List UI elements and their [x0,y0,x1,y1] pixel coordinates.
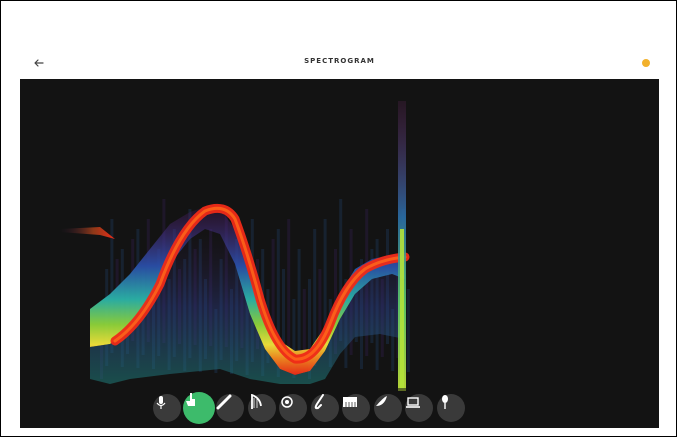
tool-button-bird[interactable] [373,394,402,422]
spectrogram-ridge [302,289,306,352]
saxophone-icon [314,394,324,410]
page-title: SPECTROGRAM [304,57,375,65]
instrument-toolbar [20,388,659,428]
tool-button-laptop[interactable] [405,394,433,422]
tool-button-drum[interactable] [279,394,307,422]
tool-button-harp[interactable] [247,394,276,422]
spectrogram-spike-core [400,229,404,389]
spectrogram-ridge [297,249,301,365]
spectrogram-ridge [287,219,291,351]
microphone-icon [156,396,166,409]
voice-mic-icon [441,395,448,409]
laptop-icon [406,397,420,408]
tool-button-saxophone[interactable] [310,394,339,422]
tool-button-voice-mic[interactable] [436,394,465,422]
flute-icon [216,394,232,410]
tool-button-keyboard[interactable] [342,394,370,422]
harp-icon [250,394,262,409]
spectrogram-visualization [60,101,410,391]
status-indicator[interactable] [642,59,650,67]
app-frame: SPECTROGRAM [0,0,677,437]
header-bar: SPECTROGRAM [20,48,659,79]
tool-button-flute[interactable] [216,394,244,422]
hand-pointer-icon [185,393,195,406]
bird-icon [375,396,387,406]
spectrogram-canvas[interactable] [20,79,659,428]
spectrogram-left-tail [60,227,115,239]
drum-icon [281,396,293,408]
spectrogram-ridge [406,289,410,372]
tool-button-hand-pointer[interactable] [182,392,215,424]
tool-button-microphone[interactable] [153,394,181,422]
keyboard-icon [343,397,357,407]
